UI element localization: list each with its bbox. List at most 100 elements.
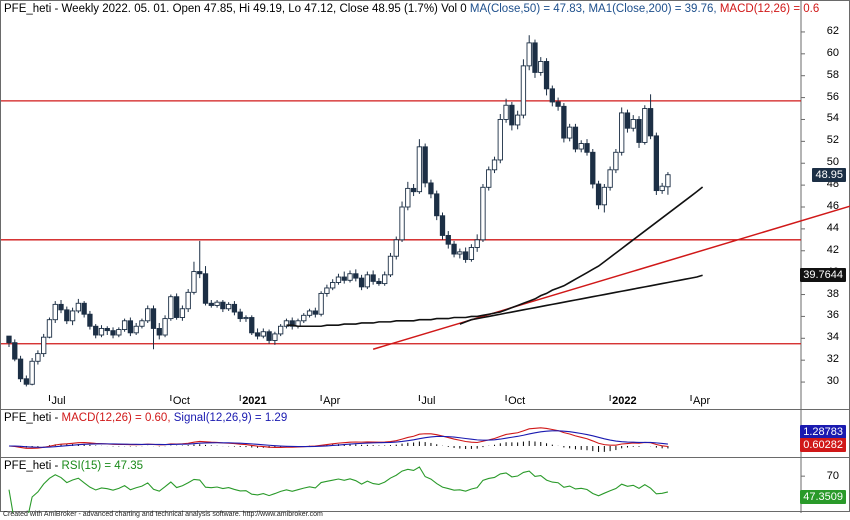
time-label-2021: 2021 [242, 395, 267, 407]
candle-body [665, 174, 671, 188]
candle-body [572, 126, 579, 150]
candle-body [208, 302, 214, 306]
rsi-pane[interactable]: PFE_heti - RSI(15) = 47.35 70 47.3509 [0, 457, 850, 513]
candle-body [52, 303, 58, 321]
price-tick-50: 50 [826, 156, 839, 169]
candle-body [532, 42, 538, 73]
candle-body [491, 159, 498, 171]
price-tick-56: 56 [826, 90, 839, 103]
price-pane-title: PFE_heti - Weekly 2022. 05. 01. Open 47.… [4, 3, 819, 16]
candle-body [555, 101, 561, 107]
candle-body [405, 187, 411, 208]
candle-body [480, 186, 486, 241]
candle-body [653, 135, 660, 192]
macd-value-label: MACD(12,26) = 0.60, [61, 412, 171, 424]
candle-body [416, 146, 423, 193]
candle-body [214, 301, 220, 306]
candle-body [358, 277, 365, 288]
candle-body [237, 311, 243, 320]
price-tick-30: 30 [826, 375, 839, 388]
candle-body [41, 336, 47, 355]
candle-body [457, 251, 463, 255]
rsi-line [8, 466, 669, 513]
price-tick-62: 62 [826, 24, 839, 37]
candle-body [647, 108, 654, 137]
candle-body [462, 251, 469, 260]
candle-body [312, 310, 318, 315]
candle-body [520, 65, 527, 116]
candle-body [116, 329, 122, 336]
candle-body [619, 112, 625, 153]
candle-body [382, 274, 388, 285]
candle-body [139, 320, 145, 327]
signal-tag: 1.28783 [800, 425, 846, 439]
macd-pane[interactable]: PFE_heti - MACD(12,26) = 0.60, Signal(12… [0, 409, 850, 459]
candle-body [150, 308, 157, 329]
candle-body [364, 274, 371, 288]
candle-body [69, 310, 76, 322]
candle-body [46, 319, 53, 338]
ma200-label: MA1(Close,200) = 39.76, [588, 3, 717, 15]
candle-body [514, 114, 521, 126]
candle-body [422, 146, 428, 184]
candle-body [202, 273, 209, 304]
candle-body [249, 317, 255, 334]
ma200-line [459, 274, 703, 325]
ohlc-info: - Weekly 2022. 05. 01. Open 47.85, Hi 49… [54, 3, 467, 15]
candle-body [636, 119, 642, 143]
price-tick-54: 54 [826, 112, 839, 125]
candle-body [538, 61, 544, 73]
candle-body [370, 274, 376, 282]
candle-body [445, 234, 451, 245]
candle-body [266, 331, 272, 341]
ma50-line [286, 186, 704, 328]
candle-body [185, 291, 191, 310]
candle-body [486, 169, 492, 188]
candle-body [191, 271, 197, 293]
candle-body [624, 112, 631, 129]
candle-body [526, 42, 532, 67]
symbol-label: PFE_heti [4, 3, 52, 15]
candle-body [278, 325, 284, 335]
time-label-jul: Jul [51, 395, 66, 407]
price-tick-32: 32 [826, 353, 839, 366]
time-label-apr: Apr [693, 395, 711, 407]
candle-body [451, 243, 457, 255]
candle-body [104, 327, 110, 332]
time-label-oct: Oct [508, 395, 526, 407]
candle-body [272, 333, 278, 341]
macd-tag: 0.60282 [800, 438, 846, 452]
macd-pane-title: PFE_heti - MACD(12,26) = 0.60, Signal(12… [4, 412, 288, 424]
candle-body [642, 108, 648, 143]
rsi-symbol-label: PFE_heti [4, 460, 52, 472]
price-tick-52: 52 [826, 134, 839, 147]
candle-body [12, 342, 18, 360]
candle-body [474, 239, 480, 248]
candle-body [243, 317, 249, 320]
candle-body [503, 104, 509, 120]
candle-body [64, 309, 70, 322]
rsi-tick-70: 70 [826, 470, 839, 482]
macd-label: MACD(12,26) = 0.6 [719, 3, 820, 15]
candle-body [6, 335, 12, 344]
macd-symbol-label: PFE_heti [4, 412, 52, 424]
price-tick-38: 38 [826, 287, 839, 300]
candle-body [341, 276, 347, 281]
price-tick-36: 36 [826, 309, 839, 322]
price-pane[interactable]: PFE_heti - Weekly 2022. 05. 01. Open 47.… [0, 0, 850, 411]
candle-body [110, 330, 116, 336]
candle-body [81, 302, 87, 315]
candle-body [318, 292, 324, 315]
signal-value-label: Signal(12,26,9) = 1.29 [173, 412, 288, 424]
candle-body [428, 182, 434, 195]
candle-body [607, 169, 613, 188]
candle-body [543, 61, 550, 90]
candle-body [306, 310, 313, 316]
candle-body [509, 104, 515, 126]
candle-body [439, 215, 446, 236]
candle-body [220, 301, 226, 310]
footer-credit: Created with AmiBroker - advanced charti… [3, 511, 323, 518]
candle-body [590, 151, 596, 185]
candle-body [17, 358, 24, 380]
candle-body [549, 88, 555, 103]
